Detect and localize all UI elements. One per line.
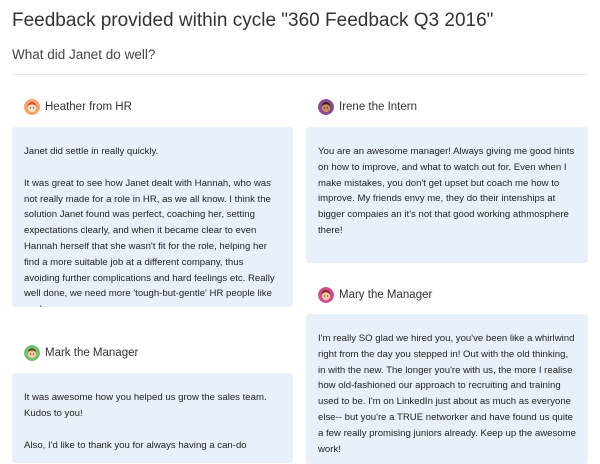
feedback-author-irene: Irene the Intern (318, 99, 417, 115)
author-name: Mark the Manager (45, 347, 139, 359)
feedback-paragraph: It was awesome how you helped us grow th… (24, 392, 267, 419)
feedback-paragraph: You are an awesome manager! Always givin… (318, 146, 575, 236)
avatar-irene-icon (318, 99, 334, 115)
avatar-mary-icon (318, 287, 334, 303)
author-name: Mary the Manager (339, 289, 433, 301)
feedback-paragraph: It was great to see how Janet dealt with… (24, 177, 275, 307)
author-name: Heather from HR (45, 101, 132, 113)
divider (12, 74, 588, 75)
feedback-card-heather: Janet did settle in really quickly. It w… (12, 127, 293, 307)
feedback-author-mark: Mark the Manager (24, 345, 138, 361)
avatar-heather-icon (24, 99, 40, 115)
question-heading: What did Janet do well? (12, 47, 156, 62)
author-name: Irene the Intern (339, 101, 417, 113)
feedback-author-mary: Mary the Manager (318, 287, 432, 303)
feedback-paragraph: I'm really SO glad we hired you, you've … (318, 333, 576, 455)
avatar-mark-icon (24, 345, 40, 361)
feedback-card-irene: You are an awesome manager! Always givin… (306, 127, 588, 263)
feedback-card-mary: I'm really SO glad we hired you, you've … (306, 314, 588, 464)
feedback-author-heather: Heather from HR (24, 99, 132, 115)
feedback-card-mark: It was awesome how you helped us grow th… (12, 373, 293, 463)
page-title: Feedback provided within cycle "360 Feed… (12, 10, 494, 31)
feedback-paragraph: Janet did settle in really quickly. (24, 146, 159, 157)
feedback-paragraph: Also, I'd like to thank you for always h… (24, 439, 247, 451)
